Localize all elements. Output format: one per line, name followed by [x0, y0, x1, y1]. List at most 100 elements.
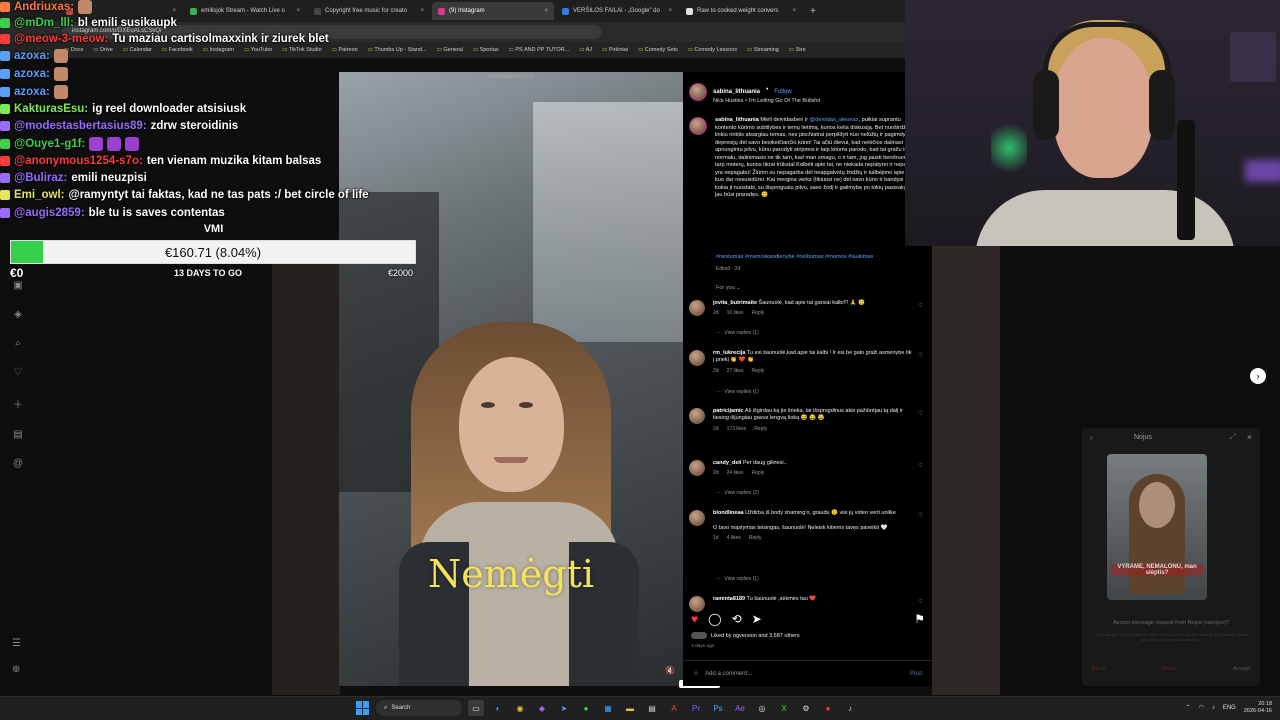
spotify-icon[interactable]: ● — [578, 700, 594, 716]
excel-icon[interactable]: X — [776, 700, 792, 716]
delete-button[interactable]: Delete — [1161, 666, 1177, 672]
repost-icon[interactable]: ⟲ — [732, 612, 742, 626]
comment-username[interactable]: jovita_butrimaite — [713, 300, 757, 306]
twitch-icon[interactable]: ◆ — [534, 700, 550, 716]
comment-likes[interactable]: 4 likes — [727, 535, 741, 542]
comment-likes[interactable]: 10 likes — [727, 310, 744, 317]
volume-icon[interactable]: ♪ — [1212, 705, 1215, 711]
browser-tab[interactable]: VERŠILOS FAILAI - „Google" do × — [556, 2, 678, 20]
chat-username[interactable]: @Ouye1-g1f: — [14, 138, 85, 150]
folder-icon[interactable]: ▬ — [622, 700, 638, 716]
browser-tab[interactable]: Raw to cooked weight convers × — [680, 2, 802, 20]
reel-video[interactable]: streikistaikos.com Nemėgti — [339, 72, 683, 686]
commenter-avatar[interactable] — [689, 596, 705, 612]
browser-tab[interactable]: (9) Instagram × — [432, 2, 554, 20]
mute-icon[interactable]: 🔇 — [665, 666, 675, 675]
post-comment-button[interactable]: Post — [910, 671, 922, 677]
tab-close-icon[interactable]: × — [296, 8, 300, 14]
chat-username[interactable]: Andriuxas: — [14, 1, 74, 13]
comment-like-icon[interactable]: ♡ — [918, 410, 923, 417]
song-link[interactable]: Nick Hustles • I'm Letting Go Of The Bul… — [713, 98, 820, 104]
bookmark-item[interactable]: YouTube — [244, 47, 273, 53]
expand-icon[interactable]: ⤢ — [1230, 432, 1236, 442]
chrome-icon[interactable]: ◉ — [512, 700, 528, 716]
comment-username[interactable]: blondlineaa — [713, 510, 744, 516]
after-effects-icon[interactable]: Ae — [732, 700, 748, 716]
taskbar-search[interactable]: ⌕ Search — [376, 700, 462, 716]
next-post-arrow-icon[interactable]: › — [1250, 368, 1266, 384]
bookmark-item[interactable]: Comedy Lessons — [688, 47, 738, 53]
search-icon[interactable]: ⌕ — [15, 338, 21, 349]
chat-username[interactable]: KakturasEsu: — [14, 103, 88, 115]
emoji-icon[interactable]: ☺ — [693, 671, 699, 677]
chat-username[interactable]: @mDm_lll: — [14, 17, 74, 29]
like-heart-icon[interactable]: ♥ — [691, 612, 698, 626]
chat-username[interactable]: azoxa: — [14, 50, 50, 62]
steam-icon[interactable]: ⚙ — [798, 700, 814, 716]
tab-close-icon[interactable]: × — [172, 8, 176, 14]
calculator-icon[interactable]: ▤ — [644, 700, 660, 716]
new-tab-button[interactable]: + — [804, 6, 822, 17]
bookmark-item[interactable]: Facebook — [162, 47, 193, 53]
view-replies-button[interactable]: View replies (2) — [716, 490, 758, 496]
bookmark-item[interactable]: AJ — [579, 47, 592, 53]
reply-button[interactable]: Reply — [752, 470, 765, 477]
browser-tab[interactable]: Copyright free music for creato × — [308, 2, 430, 20]
commenter-avatar[interactable] — [689, 460, 705, 476]
explore-icon[interactable]: ◈ — [14, 309, 22, 320]
commenter-avatar[interactable] — [689, 408, 705, 424]
comment-like-icon[interactable]: ♡ — [918, 302, 923, 309]
bookmark-icon[interactable]: ⚑ — [914, 612, 925, 626]
comment-likes[interactable]: 173 likes — [727, 426, 747, 433]
menu-icon[interactable]: ☰ — [12, 638, 21, 649]
comment-likes[interactable]: 27 likes — [727, 368, 744, 375]
close-icon[interactable]: × — [1247, 432, 1252, 442]
task-view-icon[interactable]: ▭ — [468, 700, 484, 716]
bookmark-item[interactable]: Drive — [93, 47, 113, 53]
chat-username[interactable]: azoxa: — [14, 68, 50, 80]
commenter-avatar[interactable] — [689, 510, 705, 526]
hashtags[interactable]: #nestumas #mamoskasdienybė #nėštumas #ma… — [716, 254, 916, 260]
dashboard-icon[interactable]: ▤ — [13, 429, 22, 440]
chat-username[interactable]: azoxa: — [14, 86, 50, 98]
tab-close-icon[interactable]: × — [544, 8, 548, 14]
chat-username[interactable]: @augis2859: — [14, 207, 85, 219]
recorder-icon[interactable]: ● — [820, 700, 836, 716]
comment-like-icon[interactable]: ♡ — [918, 512, 923, 519]
comment-username[interactable]: rm_lukrecija — [713, 350, 745, 356]
store-icon[interactable]: ▦ — [600, 700, 616, 716]
telegram-icon[interactable]: ➤ — [556, 700, 572, 716]
back-arrow-icon[interactable]: ‹ — [1090, 433, 1093, 442]
avatar[interactable] — [689, 83, 707, 101]
view-replies-button[interactable]: View replies (1) — [716, 576, 758, 582]
chat-username[interactable]: @Buliraz: — [14, 172, 67, 184]
follow-button[interactable]: Follow — [774, 89, 791, 95]
windows-start-icon[interactable] — [356, 701, 370, 715]
post-username[interactable]: sabina_lithuania — [713, 89, 760, 95]
liked-by-text[interactable]: Liked by ogversion and 3,587 others — [711, 633, 800, 639]
commenter-avatar[interactable] — [689, 300, 705, 316]
bookmark-item[interactable]: Pirkiniai — [602, 47, 628, 53]
avatar[interactable] — [689, 117, 707, 135]
comment-like-icon[interactable]: ♡ — [918, 352, 923, 359]
bookmark-item[interactable]: Streaming — [747, 47, 779, 53]
accept-button[interactable]: Accept — [1233, 666, 1250, 672]
comment-username[interactable]: candy_deii — [713, 460, 741, 466]
tray-chevron-icon[interactable]: ⌃ — [1186, 704, 1191, 711]
browser-tab[interactable]: emilisjok Stream - Watch Live o × — [184, 2, 306, 20]
bookmark-item[interactable]: PS AND PP TUTOR... — [509, 47, 569, 53]
language-indicator[interactable]: ENG — [1223, 705, 1236, 711]
share-icon[interactable]: ➤ — [752, 612, 762, 626]
edge-icon[interactable]: ◐ — [490, 700, 506, 716]
acrobat-icon[interactable]: A — [666, 700, 682, 716]
reply-button[interactable]: Reply — [749, 535, 762, 542]
chat-username[interactable]: @anonymous1254-s7o: — [14, 155, 143, 167]
tab-close-icon[interactable]: × — [792, 8, 796, 14]
bookmark-item[interactable]: General — [437, 47, 463, 53]
comment-likes[interactable]: 24 likes — [727, 470, 744, 477]
bookmark-item[interactable]: Calendar — [123, 47, 152, 53]
bookmark-item[interactable]: Patreon — [332, 47, 357, 53]
add-comment-input[interactable]: Add a comment... — [705, 671, 752, 677]
more-icon[interactable]: ⊕ — [12, 664, 20, 675]
bookmark-item[interactable]: Instagram — [203, 47, 234, 53]
